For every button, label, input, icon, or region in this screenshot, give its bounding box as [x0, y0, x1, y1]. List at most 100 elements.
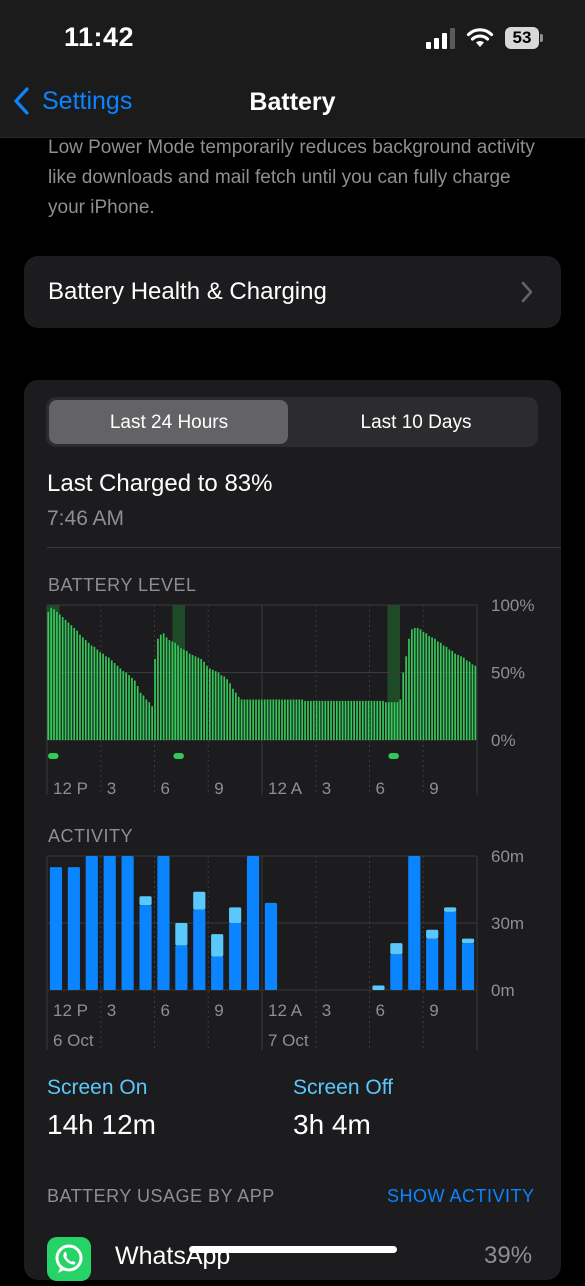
- battery-level-bar: [154, 659, 156, 740]
- screen-off-bar: [139, 896, 152, 906]
- battery-level-bar: [367, 700, 370, 740]
- screen-off-value: 3h 4m: [293, 1109, 371, 1140]
- battery-level-bar: [408, 638, 410, 740]
- battery-level-bar: [382, 700, 384, 740]
- battery-level-bar: [162, 633, 165, 740]
- battery-level-bar: [105, 656, 107, 740]
- battery-level-bar: [214, 671, 217, 740]
- usage-by-app-title: BATTERY USAGE BY APP: [47, 1186, 275, 1206]
- screen-on-bar: [264, 902, 278, 990]
- battery-level-bar: [136, 686, 139, 740]
- x-tick-label: 12 P: [53, 1001, 88, 1020]
- battery-level-bar: [327, 700, 330, 740]
- x-tick-label: 3: [322, 779, 331, 798]
- battery-level-bar: [61, 617, 64, 740]
- battery-level-bar: [405, 656, 407, 740]
- activity-title: ACTIVITY: [48, 826, 134, 846]
- battery-level-bar: [361, 700, 364, 740]
- battery-level-bar: [188, 653, 191, 740]
- x-tick-label: 6: [376, 779, 385, 798]
- battery-level-bar: [258, 699, 260, 740]
- battery-level-bar: [315, 700, 318, 740]
- battery-level-bar: [165, 637, 168, 740]
- battery-level-bar: [263, 699, 266, 740]
- screen-off-bar: [426, 929, 439, 939]
- battery-level-bar: [292, 699, 295, 740]
- screen-on-bar: [390, 954, 403, 990]
- y-tick-label: 0%: [491, 731, 516, 750]
- battery-level-bar: [310, 700, 312, 740]
- screen-on-bar: [49, 867, 63, 990]
- y-tick-label: 30m: [491, 914, 524, 933]
- battery-level-bar: [301, 699, 304, 740]
- battery-level-bar: [266, 699, 269, 740]
- battery-level-bar: [223, 676, 226, 740]
- whatsapp-icon: [47, 1237, 91, 1281]
- y-tick-label: 50%: [491, 664, 525, 683]
- battery-level-bar: [139, 692, 142, 740]
- battery-level-bar: [445, 646, 448, 740]
- x-tick-label: 9: [214, 779, 223, 798]
- battery-level-bar: [108, 657, 110, 740]
- battery-level-bar: [422, 632, 425, 740]
- x-tick-label: 9: [429, 1001, 438, 1020]
- battery-level-bar: [321, 700, 324, 740]
- screen-on-bar: [246, 856, 260, 990]
- battery-level-bar: [131, 677, 133, 740]
- battery-level-bar: [191, 654, 194, 740]
- battery-level-bar: [122, 671, 125, 740]
- battery-level-bar: [425, 633, 428, 740]
- battery-level-bar: [278, 699, 280, 740]
- segment-last-10-days[interactable]: Last 10 Days: [296, 412, 536, 434]
- screen-on-value: 14h 12m: [47, 1109, 156, 1140]
- battery-level-bar: [56, 611, 58, 740]
- screen-off-bar: [444, 907, 457, 912]
- battery-level-bar: [436, 641, 439, 740]
- battery-level-bar: [116, 665, 119, 740]
- x-tick-label: 9: [214, 1001, 223, 1020]
- screen-on-bar: [67, 867, 80, 990]
- battery-level-bar: [272, 699, 275, 740]
- battery-level-bar: [318, 700, 321, 740]
- screen-on-bar: [139, 905, 152, 990]
- battery-level-bar: [177, 645, 179, 740]
- battery-level-bar: [194, 656, 197, 740]
- charging-indicator: [388, 753, 399, 759]
- battery-level-bar: [217, 672, 220, 740]
- battery-level-bar: [87, 642, 90, 740]
- screen-on-bar: [426, 938, 439, 990]
- battery-level-bar: [200, 659, 203, 740]
- battery-health-label: Battery Health & Charging: [48, 278, 327, 305]
- x-tick-label: 6: [376, 1001, 385, 1020]
- battery-level-bar: [333, 700, 335, 740]
- segment-last-24-hours[interactable]: Last 24 Hours: [49, 412, 289, 434]
- battery-level-bar: [206, 665, 208, 740]
- battery-level-bar: [393, 702, 396, 740]
- battery-level-bar: [151, 706, 153, 740]
- screen-on-bar: [157, 856, 170, 990]
- battery-level-bar: [180, 648, 182, 740]
- battery-level-bar: [148, 702, 151, 740]
- screen-on-bar: [408, 856, 421, 990]
- battery-level-bar: [47, 611, 50, 740]
- battery-level-bar: [442, 645, 445, 740]
- screen-off-bar: [175, 923, 188, 946]
- battery-percent: 53: [512, 28, 532, 47]
- battery-level-bar: [157, 638, 159, 740]
- wifi-icon: [466, 28, 494, 47]
- screen-off-bar: [390, 943, 403, 955]
- battery-level-bar: [451, 650, 454, 740]
- battery-level-bar: [396, 702, 399, 740]
- home-indicator[interactable]: [189, 1246, 397, 1253]
- battery-level-bar: [373, 700, 376, 740]
- show-activity-button[interactable]: SHOW ACTIVITY: [387, 1186, 535, 1207]
- battery-level-title: BATTERY LEVEL: [48, 575, 197, 595]
- activity-chart: 60m 30m 0m 12 P 3 6 9 12 A 3 6 9 6 Oct 7 Oct: [46, 847, 524, 1050]
- battery-level-bar: [174, 642, 177, 740]
- battery-level-bar: [295, 699, 298, 740]
- screen-on-label: Screen On: [47, 1076, 148, 1099]
- battery-level-bar: [229, 683, 231, 740]
- battery-level-bar: [330, 700, 332, 740]
- battery-level-bar: [240, 699, 243, 740]
- screen-on-bar: [85, 856, 98, 990]
